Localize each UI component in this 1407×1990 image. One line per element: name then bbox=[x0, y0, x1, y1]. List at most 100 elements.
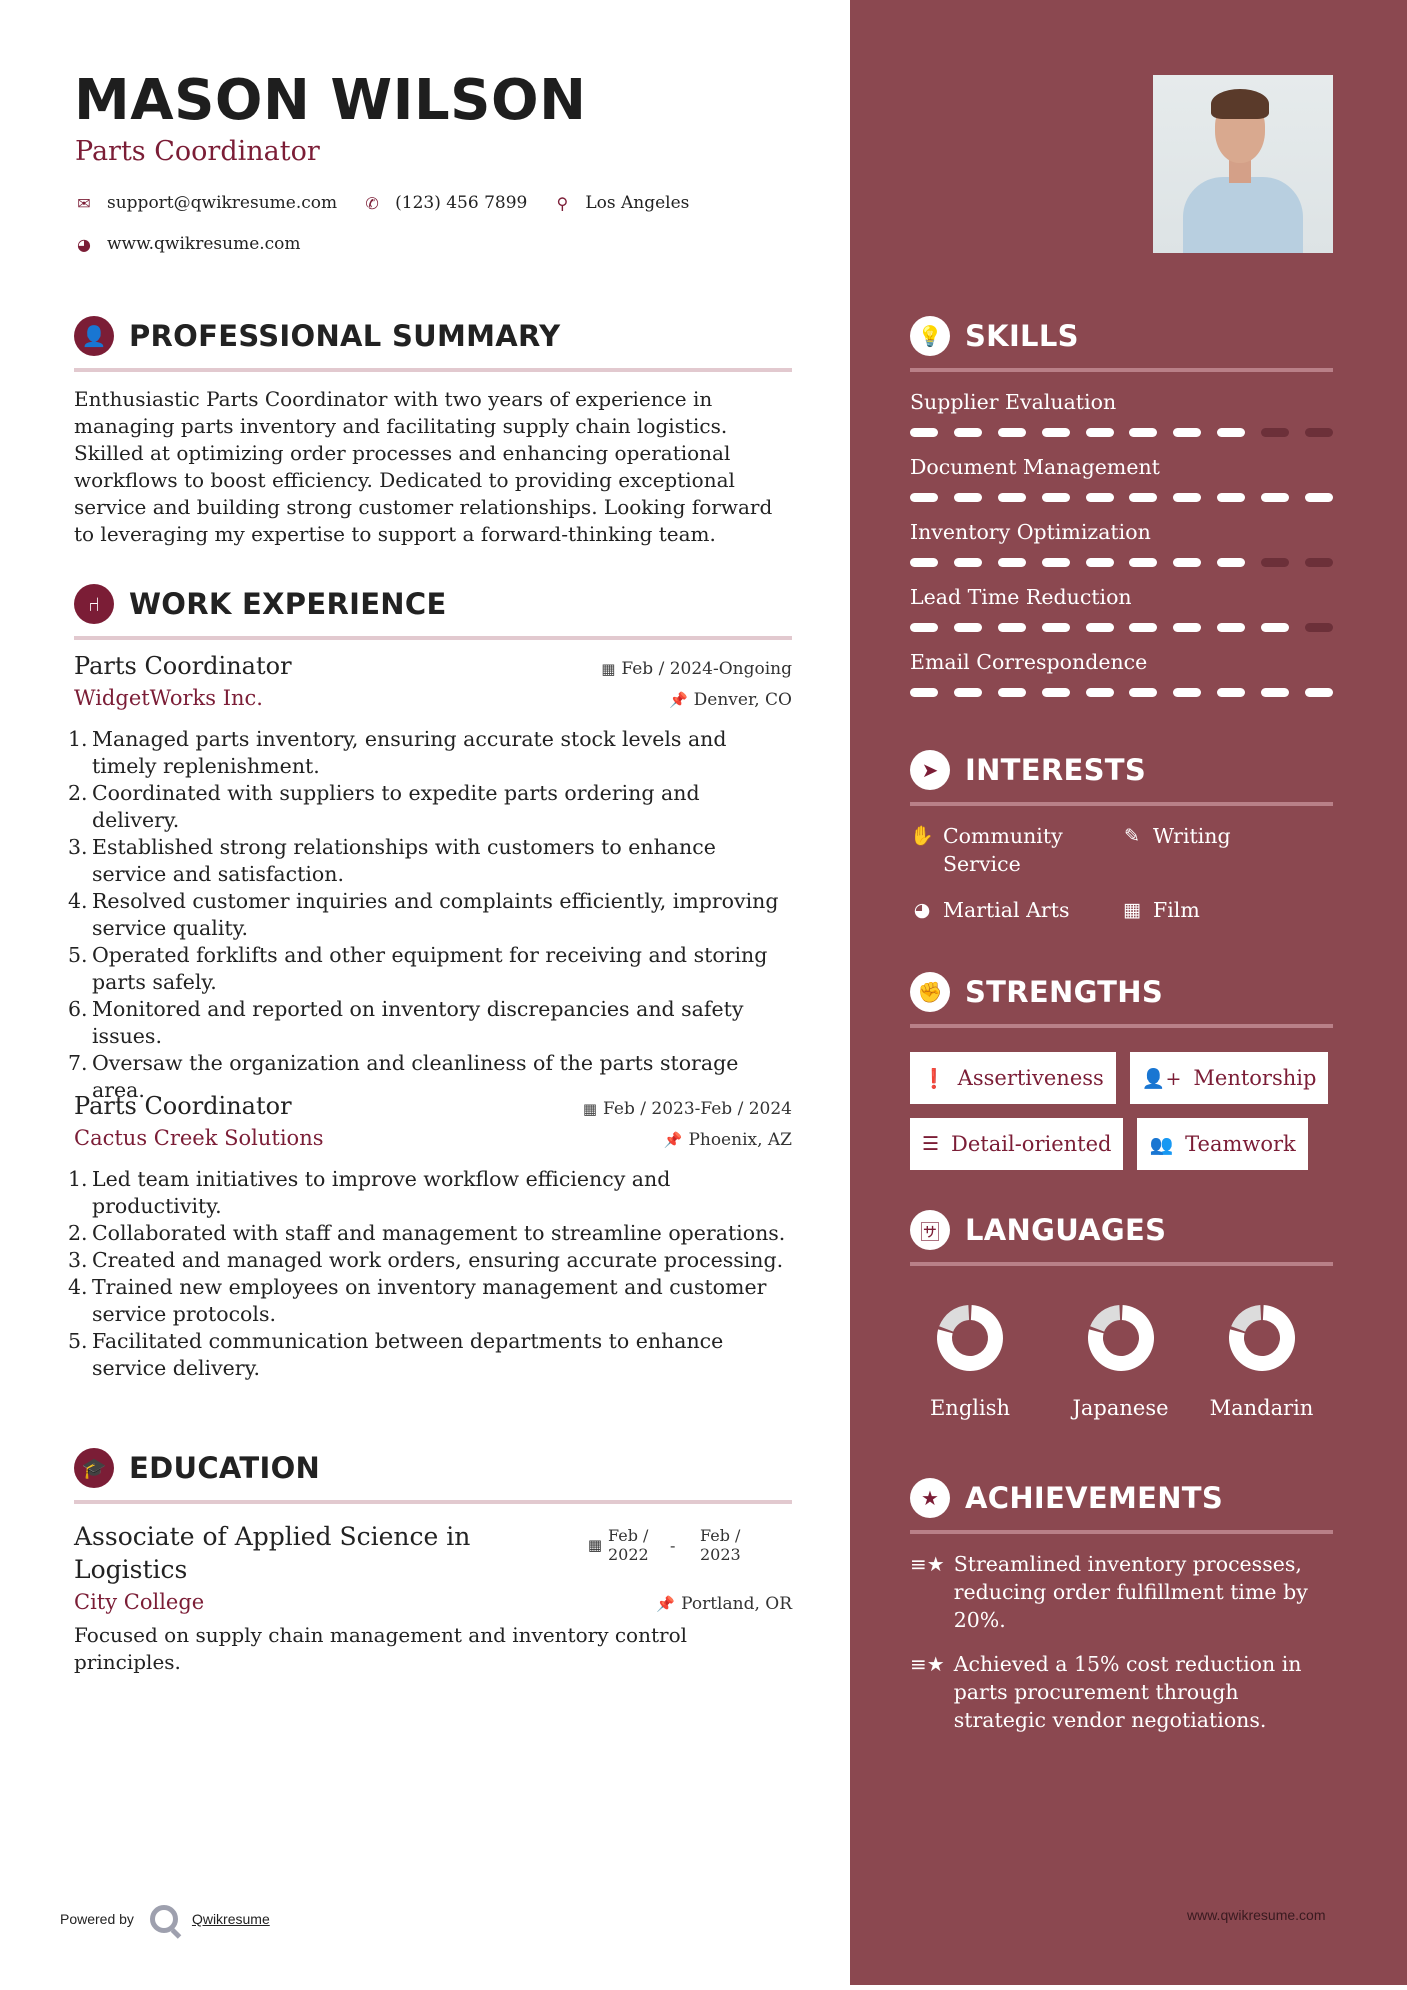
list-icon: ☰ bbox=[922, 1133, 940, 1155]
language-item: Mandarin bbox=[1191, 1296, 1332, 1420]
language-donut bbox=[937, 1305, 1003, 1371]
section-divider bbox=[74, 636, 792, 640]
language-donut bbox=[1087, 1305, 1154, 1371]
paper-plane-icon: ➤ bbox=[910, 750, 950, 790]
education-heading: EDUCATION bbox=[129, 1451, 321, 1485]
interest-item: ◕ Martial Arts bbox=[910, 896, 1120, 924]
language-item: English bbox=[910, 1296, 1030, 1420]
skills-section: 💡 SKILLS Supplier Evaluation Document Man… bbox=[910, 316, 1333, 697]
job-bullet: Operated forklifts and other equipment f… bbox=[68, 942, 768, 994]
achievement-text: Achieved a 15% cost reduction in parts p… bbox=[953, 1652, 1302, 1732]
skill-name: Inventory Optimization bbox=[910, 520, 1151, 544]
skill-level-meter bbox=[910, 688, 1333, 697]
strength-chip: ❗ Assertiveness bbox=[910, 1052, 1116, 1104]
footer-website[interactable]: www.qwikresume.com bbox=[1187, 1907, 1325, 1923]
envelope-icon: ✉ bbox=[77, 193, 91, 213]
education-location-text: Portland, OR bbox=[681, 1594, 792, 1614]
qwikresume-link[interactable]: Qwikresume bbox=[192, 1911, 270, 1927]
strength-label: Teamwork bbox=[1185, 1132, 1296, 1156]
interest-item: ✎ Writing bbox=[1120, 822, 1320, 878]
contact-email[interactable]: support@qwikresume.com bbox=[107, 193, 337, 213]
work-heading: WORK EXPERIENCE bbox=[129, 587, 447, 621]
skill-dash-filled bbox=[910, 688, 938, 697]
lightbulb-icon: 💡 bbox=[910, 316, 950, 356]
skill-name: Supplier Evaluation bbox=[910, 390, 1117, 414]
interest-item: ✋ Community Service bbox=[910, 822, 1120, 878]
skill-dash-filled bbox=[910, 428, 938, 437]
job-company: Cactus Creek Solutions bbox=[74, 1126, 324, 1150]
photo-hair bbox=[1211, 89, 1269, 119]
language-name: Mandarin bbox=[1209, 1396, 1314, 1420]
skill-dash-filled bbox=[1173, 428, 1202, 437]
summary-heading: PROFESSIONAL SUMMARY bbox=[129, 319, 561, 353]
skill-item: Email Correspondence bbox=[910, 650, 1333, 697]
job-bullet: Managed parts inventory, ensuring accura… bbox=[68, 726, 727, 778]
calendar-icon: ▦ bbox=[582, 1100, 598, 1118]
shooting-star-icon: ≡★ bbox=[910, 1552, 945, 1576]
skill-dash-empty bbox=[1304, 428, 1333, 437]
shooting-star-icon: ≡★ bbox=[910, 1652, 945, 1676]
office-chair-icon: ⑁ bbox=[74, 584, 114, 624]
skill-item: Document Management bbox=[910, 455, 1333, 502]
skill-dash-filled bbox=[1129, 493, 1158, 502]
strength-chip: 👥 Teamwork bbox=[1137, 1118, 1308, 1170]
job-entry: Parts Coordinator ▦ Feb / 2024-Ongoing Wi… bbox=[68, 652, 792, 1104]
skill-dash-filled bbox=[1217, 428, 1246, 437]
skill-level-meter bbox=[910, 558, 1333, 567]
education-degree: Associate of Applied Science in Logistic… bbox=[74, 1522, 471, 1584]
skill-dash-empty bbox=[1261, 428, 1289, 437]
strength-label: Assertiveness bbox=[957, 1066, 1104, 1090]
education-description: Focused on supply chain management and i… bbox=[74, 1623, 688, 1674]
summary-section: 👤 PROFESSIONAL SUMMARY Enthusiastic Part… bbox=[74, 316, 792, 548]
skill-dash-filled bbox=[1129, 688, 1158, 697]
strength-label: Detail-oriented bbox=[951, 1132, 1112, 1156]
section-divider bbox=[910, 1530, 1333, 1534]
exclamation-circle-icon: ❗ bbox=[922, 1067, 946, 1090]
interest-label: Writing bbox=[1153, 824, 1231, 848]
skill-dash-filled bbox=[1217, 493, 1246, 502]
job-dates-text: Feb / 2023-Feb / 2024 bbox=[603, 1099, 792, 1119]
pencil-icon: ✎ bbox=[1124, 825, 1140, 847]
skill-dash-empty bbox=[1304, 623, 1333, 632]
contact-phone[interactable]: (123) 456 7899 bbox=[395, 193, 527, 213]
section-divider bbox=[74, 368, 792, 372]
calendar-icon: ▦ bbox=[587, 1536, 602, 1554]
achievements-heading: ACHIEVEMENTS bbox=[965, 1481, 1224, 1515]
job-dates-text: Feb / 2024-Ongoing bbox=[621, 659, 792, 679]
film-icon: ▦ bbox=[1123, 899, 1141, 921]
skill-dash-filled bbox=[910, 493, 938, 502]
user-icon: 👤 bbox=[74, 316, 114, 356]
job-bullets: Led team initiatives to improve workflow… bbox=[68, 1166, 792, 1382]
job-bullets: Managed parts inventory, ensuring accura… bbox=[68, 726, 792, 1104]
job-bullet: Led team initiatives to improve workflow… bbox=[68, 1166, 671, 1218]
achievement-item: ≡★ Achieved a 15% cost reduction in parts… bbox=[910, 1650, 1333, 1734]
education-location: 📌 Portland, OR bbox=[656, 1594, 792, 1614]
user-plus-icon: 👤+ bbox=[1141, 1067, 1182, 1090]
footer-powered-by: Powered by Qwikresume bbox=[60, 1905, 270, 1933]
interests-section: ➤ INTERESTS ✋ Community Service ✎ Writing … bbox=[910, 750, 1333, 924]
education-dates: ▦ Feb / 2022 - Feb / 2023 bbox=[588, 1520, 762, 1586]
skill-dash-filled bbox=[1041, 493, 1070, 502]
skill-dash-filled bbox=[1085, 623, 1114, 632]
education-section: 🎓 EDUCATION Associate of Applied Science… bbox=[74, 1448, 792, 1676]
skill-dash-filled bbox=[1129, 558, 1158, 567]
skill-level-meter bbox=[910, 623, 1333, 632]
job-company: WidgetWorks Inc. bbox=[74, 686, 263, 710]
users-icon: 👥 bbox=[1149, 1133, 1174, 1156]
languages-heading: LANGUAGES bbox=[965, 1213, 1167, 1247]
contact-row-primary: ✉ support@qwikresume.com ✆ (123) 456 789… bbox=[75, 193, 715, 213]
job-bullet: Resolved customer inquiries and complain… bbox=[68, 888, 779, 940]
job-dates: ▦ Feb / 2024-Ongoing bbox=[601, 659, 792, 679]
skill-dash-filled bbox=[1129, 623, 1158, 632]
skill-dash-empty bbox=[1304, 558, 1333, 567]
skill-dash-filled bbox=[1085, 558, 1114, 567]
skill-dash-filled bbox=[1041, 558, 1070, 567]
donut-empty-segment bbox=[939, 1305, 970, 1332]
skill-item: Lead Time Reduction bbox=[910, 585, 1333, 632]
donut-empty-segment bbox=[1230, 1305, 1261, 1332]
education-end: Feb / 2023 bbox=[700, 1526, 741, 1564]
contact-website[interactable]: www.qwikresume.com bbox=[107, 234, 301, 254]
interest-item: ▦ Film bbox=[1120, 896, 1320, 924]
qwikresume-logo-icon bbox=[149, 1905, 178, 1933]
pushpin-icon: 📌 bbox=[663, 1131, 683, 1149]
